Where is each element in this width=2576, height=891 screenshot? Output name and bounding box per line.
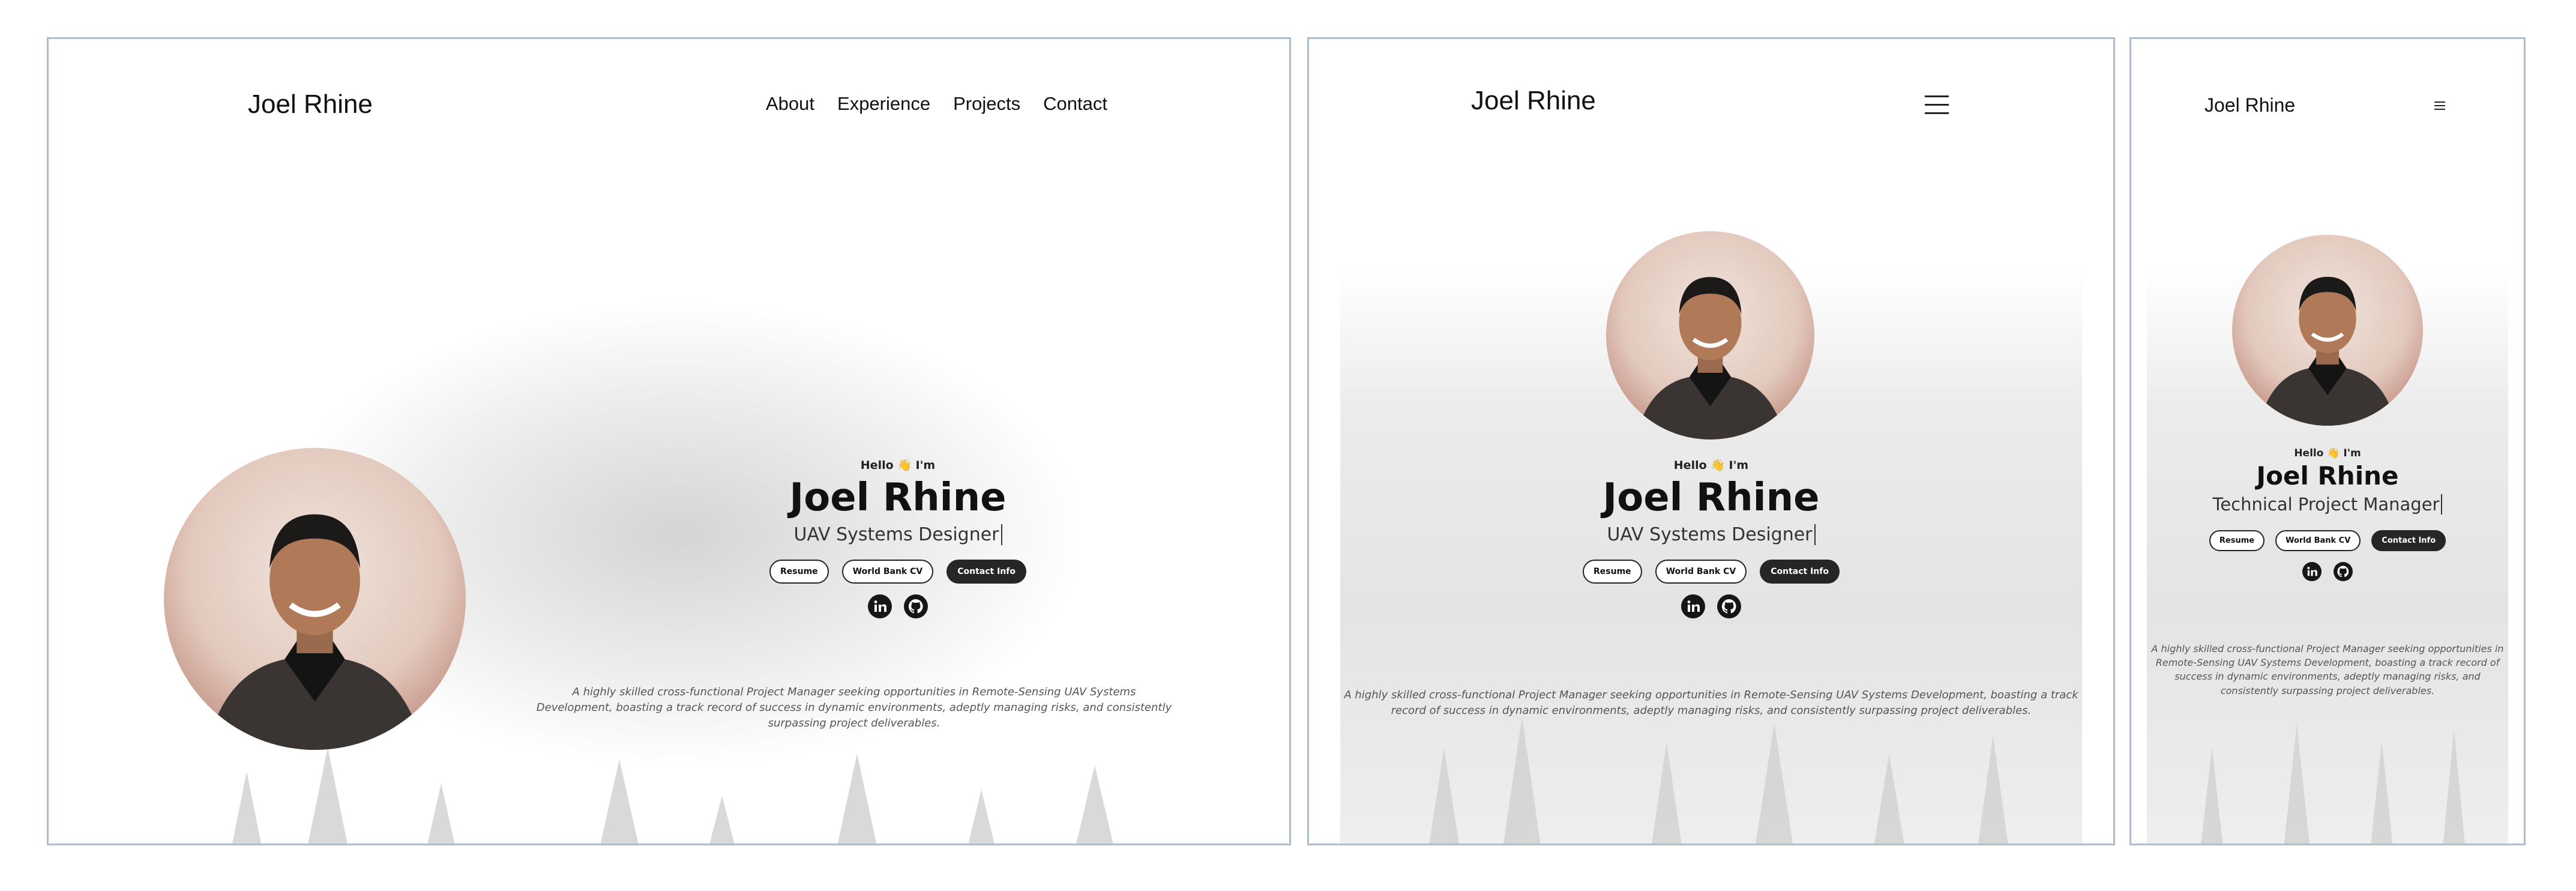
world-bank-cv-button[interactable]: World Bank CV	[841, 560, 934, 584]
tablet-preview-frame: Joel Rhine Hello 👋 I'm Joel Rhine UAV Sy…	[1307, 37, 2115, 845]
bio-text: A highly skilled cross-functional Projec…	[2151, 643, 2504, 696]
mobile-preview-frame: Joel Rhine Hello 👋 I'm Joel Rhine Techni…	[2129, 37, 2526, 845]
greeting-text: Hello 👋 I'm	[2294, 447, 2361, 459]
bio-text: A highly skilled cross-functional Projec…	[536, 686, 1172, 730]
hero-buttons: Resume World Bank CV Contact Info	[1309, 560, 2113, 584]
github-icon[interactable]	[904, 594, 928, 619]
hero-name: Joel Rhine	[2256, 461, 2399, 491]
hero-buttons: Resume World Bank CV Contact Info	[2131, 530, 2524, 552]
brand-logo-text[interactable]: Joel Rhine	[248, 89, 373, 119]
linkedin-icon[interactable]	[868, 594, 892, 619]
social-links	[523, 594, 1273, 619]
brand-logo-text[interactable]: Joel Rhine	[2204, 94, 2295, 116]
nav-link-about[interactable]: About	[766, 93, 814, 115]
profile-photo	[2232, 235, 2423, 426]
nav-link-experience[interactable]: Experience	[837, 93, 930, 115]
world-bank-cv-button[interactable]: World Bank CV	[1655, 560, 1747, 584]
hero-name: Joel Rhine	[1602, 476, 1820, 520]
profile-photo	[164, 448, 466, 750]
contact-info-button[interactable]: Contact Info	[1760, 560, 1840, 584]
nav-link-contact[interactable]: Contact	[1043, 93, 1107, 115]
hero-buttons: Resume World Bank CV Contact Info	[523, 560, 1273, 584]
typewriter-role: UAV Systems Designer	[1607, 524, 1816, 546]
typewriter-role: UAV Systems Designer	[793, 524, 1002, 546]
hero-section: Hello 👋 I'm Joel Rhine UAV Systems Desig…	[1309, 458, 2113, 619]
social-links	[1309, 594, 2113, 619]
resume-button[interactable]: Resume	[1583, 560, 1642, 584]
hamburger-menu-icon[interactable]	[1925, 95, 1949, 121]
social-links	[2131, 562, 2524, 582]
greeting-text: Hello 👋 I'm	[1673, 459, 1749, 472]
profile-photo	[1606, 231, 1814, 439]
nav-link-projects[interactable]: Projects	[953, 93, 1020, 115]
brand-logo-text[interactable]: Joel Rhine	[1471, 86, 1596, 116]
resume-button[interactable]: Resume	[2209, 530, 2265, 552]
typewriter-role: Technical Project Manager	[2213, 494, 2443, 515]
contact-info-button[interactable]: Contact Info	[2371, 530, 2446, 552]
hero-section: Hello 👋 I'm Joel Rhine Technical Project…	[2131, 447, 2524, 582]
greeting-text: Hello 👋 I'm	[860, 459, 936, 472]
hero-section: Hello 👋 I'm Joel Rhine UAV Systems Desig…	[523, 458, 1273, 619]
world-bank-cv-button[interactable]: World Bank CV	[2275, 530, 2361, 552]
contact-info-button[interactable]: Contact Info	[946, 560, 1026, 584]
linkedin-icon[interactable]	[2302, 562, 2322, 582]
hero-name: Joel Rhine	[789, 476, 1007, 520]
linkedin-icon[interactable]	[1681, 594, 1705, 619]
desktop-preview-frame: Joel Rhine About Experience Projects Con…	[47, 37, 1291, 845]
main-nav: About Experience Projects Contact	[766, 93, 1107, 115]
github-icon[interactable]	[2334, 562, 2353, 582]
resume-button[interactable]: Resume	[769, 560, 829, 584]
bio-text: A highly skilled cross-functional Projec…	[1344, 689, 2078, 717]
github-icon[interactable]	[1717, 594, 1741, 619]
hamburger-menu-icon[interactable]	[2434, 101, 2445, 112]
